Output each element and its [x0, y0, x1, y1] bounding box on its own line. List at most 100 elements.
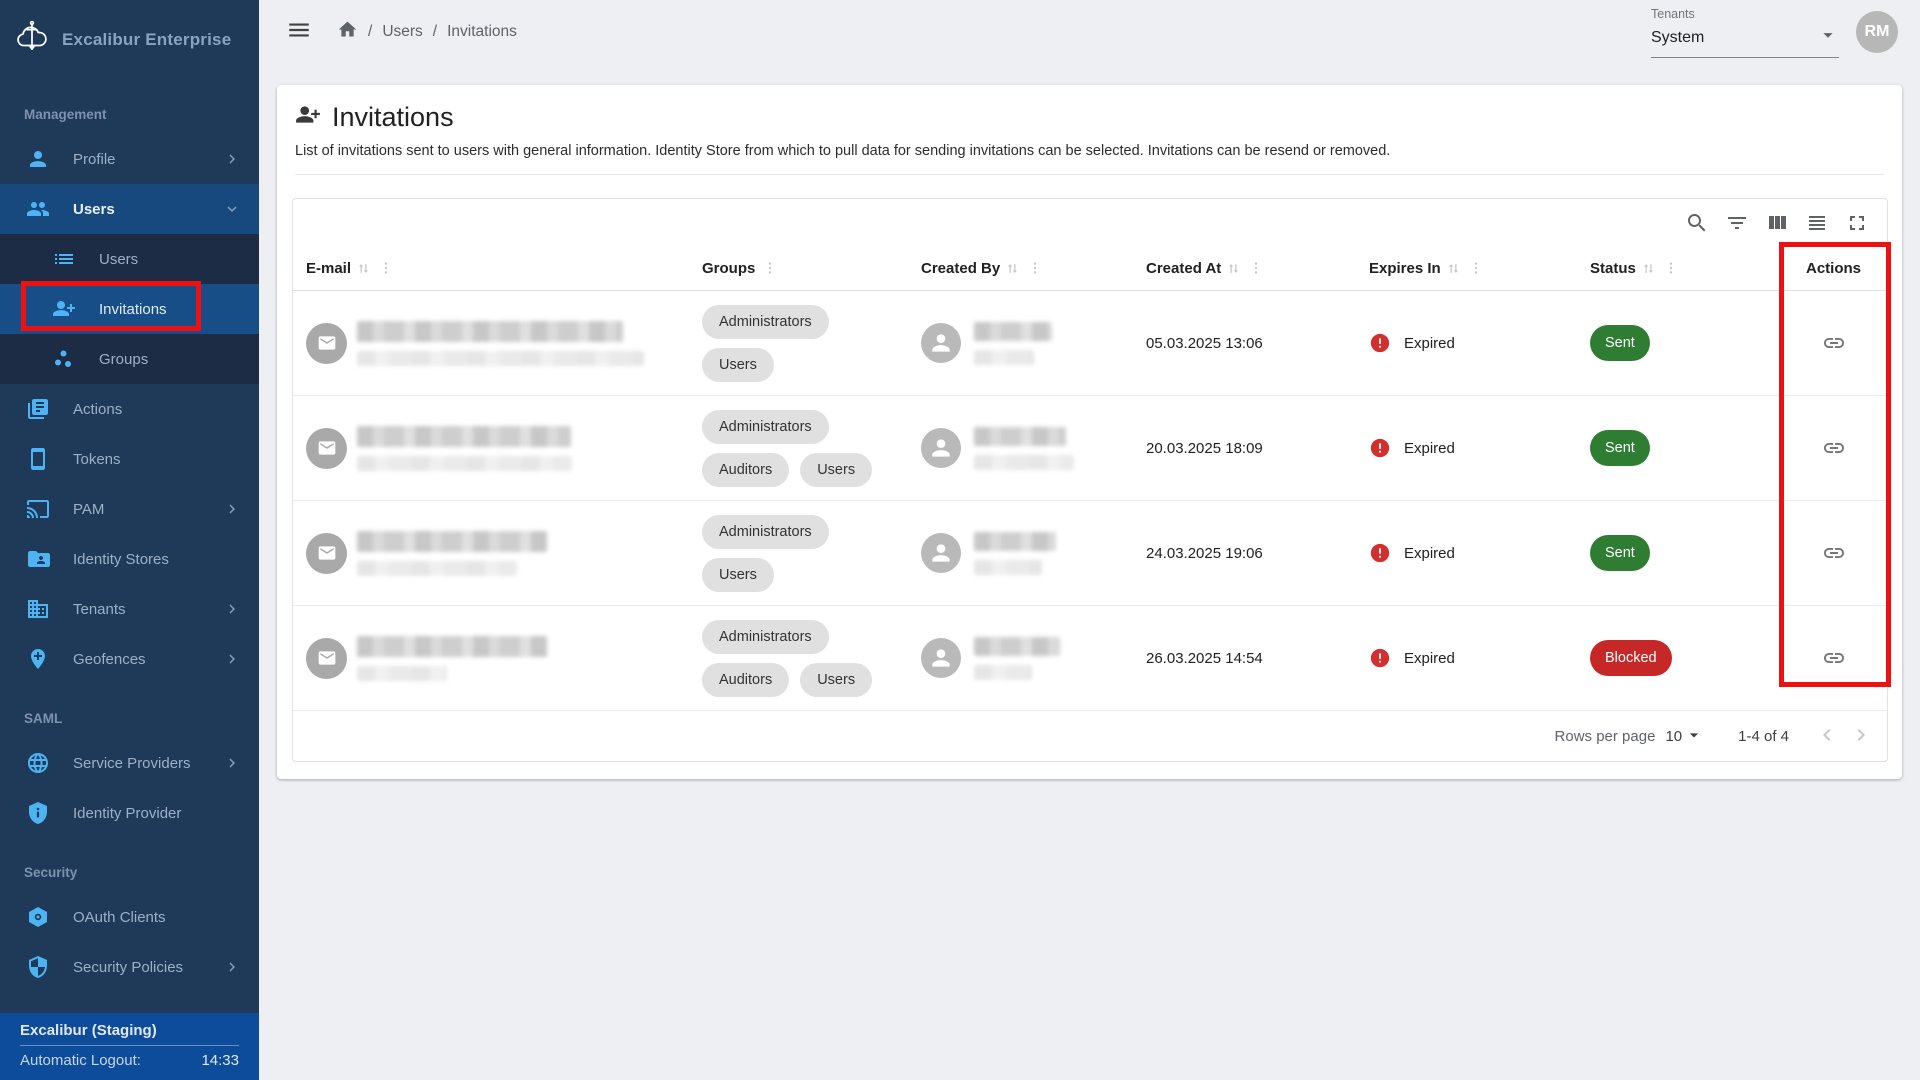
sidebar-item-label: OAuth Clients — [73, 909, 241, 926]
column-header-created-by[interactable]: Created By — [911, 260, 1131, 277]
column-menu-button[interactable] — [762, 260, 778, 276]
breadcrumb-invitations[interactable]: Invitations — [447, 23, 517, 41]
pagination-range: 1-4 of 4 — [1738, 728, 1789, 745]
error-icon — [1369, 542, 1391, 564]
invitation-link-button[interactable] — [1822, 541, 1846, 565]
sidebar-item-identity-stores[interactable]: Identity Stores — [0, 534, 259, 584]
invitation-link-button[interactable] — [1822, 331, 1846, 355]
created-by-avatar — [921, 638, 961, 678]
person-add-icon — [52, 297, 76, 321]
brand[interactable]: Excalibur Enterprise — [0, 0, 259, 80]
sidebar-item-users[interactable]: Users — [0, 234, 259, 284]
sidebar-item-users[interactable]: Users — [0, 184, 259, 234]
tenants-select-value: System — [1651, 29, 1704, 47]
sort-icon — [1005, 261, 1020, 276]
user-avatar[interactable]: RM — [1856, 11, 1898, 53]
sidebar-item-security-policies[interactable]: Security Policies — [0, 942, 259, 992]
sidebar-item-invitations[interactable]: Invitations — [0, 284, 259, 334]
view-headline-button[interactable] — [1805, 211, 1829, 235]
created-at-cell: 24.03.2025 19:06 — [1131, 545, 1351, 562]
tenants-select[interactable]: Tenants System — [1651, 7, 1839, 58]
cast-icon — [26, 497, 50, 521]
created-by-avatar — [921, 428, 961, 468]
sort-icon[interactable] — [1446, 261, 1461, 276]
sidebar-item-label: Tenants — [73, 601, 200, 618]
redacted-email — [357, 636, 547, 657]
sidebar: Excalibur Enterprise ManagementProfileUs… — [0, 0, 259, 1080]
rows-per-page-select[interactable]: 10 — [1665, 725, 1704, 749]
sidebar-item-actions[interactable]: Actions — [0, 384, 259, 434]
invitation-link-button[interactable] — [1822, 646, 1846, 670]
groups-cell: AdministratorsAuditorsUsers — [691, 410, 911, 487]
menu-toggle-button[interactable] — [286, 17, 312, 48]
smartphone-icon — [26, 447, 50, 471]
sidebar-item-pam[interactable]: PAM — [0, 484, 259, 534]
group-chip: Administrators — [702, 305, 829, 339]
sidebar-item-geofences[interactable]: Geofences — [0, 634, 259, 684]
security-shield-icon — [26, 955, 50, 979]
sidebar-item-profile[interactable]: Profile — [0, 134, 259, 184]
breadcrumb-users[interactable]: Users — [382, 23, 422, 41]
dropdown-arrow-icon — [1817, 24, 1839, 51]
home-icon — [337, 19, 358, 40]
sort-icon[interactable] — [1005, 261, 1020, 276]
fullscreen-button[interactable] — [1845, 211, 1869, 235]
redacted-email-line2 — [357, 351, 644, 366]
expired-error-icon — [1369, 437, 1391, 459]
expires-in-label: Expired — [1404, 650, 1455, 667]
sort-icon[interactable] — [1226, 261, 1241, 276]
add-location-icon — [26, 647, 50, 671]
list-icon — [52, 247, 76, 271]
column-header-expires-in[interactable]: Expires In — [1351, 260, 1566, 277]
sort-icon[interactable] — [1641, 261, 1656, 276]
sidebar-item-service-providers[interactable]: Service Providers — [0, 738, 259, 788]
actions-cell — [1780, 541, 1887, 565]
sidebar-item-tenants[interactable]: Tenants — [0, 584, 259, 634]
breadcrumb-home[interactable] — [337, 19, 358, 45]
person-add-icon — [295, 102, 321, 128]
column-header-status[interactable]: Status — [1566, 260, 1780, 277]
column-header-e-mail[interactable]: E-mail — [293, 260, 691, 277]
email-avatar — [306, 638, 347, 679]
status-cell: Sent — [1566, 430, 1780, 466]
column-header-created-at[interactable]: Created At — [1131, 260, 1351, 277]
breadcrumb-separator: / — [368, 23, 372, 41]
column-menu-button[interactable] — [1248, 260, 1264, 276]
column-menu-button[interactable] — [378, 260, 394, 276]
actions-cell — [1780, 646, 1887, 670]
sidebar-item-groups[interactable]: Groups — [0, 334, 259, 384]
sidebar-item-identity-provider[interactable]: Identity Provider — [0, 788, 259, 838]
envelope-icon — [317, 438, 337, 458]
redacted-email — [357, 426, 571, 447]
page-description: List of invitations sent to users with g… — [295, 143, 1884, 159]
chevron-right-icon — [223, 500, 241, 518]
table-pagination: Rows per page 10 1-4 of 4 — [293, 711, 1887, 762]
filter-button[interactable] — [1725, 211, 1749, 235]
column-menu-button[interactable] — [1663, 260, 1679, 276]
created-by-cell — [911, 637, 1131, 680]
search-button[interactable] — [1685, 211, 1709, 235]
created-by-cell — [911, 322, 1131, 365]
email-cell — [293, 531, 691, 576]
email-cell — [293, 636, 691, 681]
sidebar-item-label: Tokens — [73, 451, 241, 468]
auto-logout-timer: 14:33 — [201, 1052, 239, 1069]
group-chip: Administrators — [702, 515, 829, 549]
sort-icon — [1226, 261, 1241, 276]
arrow-dropdown-icon — [1684, 725, 1704, 745]
expires-in-cell: Expired — [1351, 542, 1566, 564]
column-menu-button[interactable] — [1468, 260, 1484, 276]
sidebar-item-tokens[interactable]: Tokens — [0, 434, 259, 484]
invitations-card: Invitations List of invitations sent to … — [277, 85, 1902, 779]
sidebar-item-oauth-clients[interactable]: OAuth Clients — [0, 892, 259, 942]
table-toolbar — [293, 199, 1887, 246]
sort-icon[interactable] — [356, 261, 371, 276]
previous-page-button[interactable] — [1815, 723, 1839, 751]
next-page-button[interactable] — [1849, 723, 1873, 751]
view-column-button[interactable] — [1765, 211, 1789, 235]
column-menu-button[interactable] — [1027, 260, 1043, 276]
status-cell: Sent — [1566, 325, 1780, 361]
dots-vertical-icon — [378, 260, 394, 276]
invitation-link-button[interactable] — [1822, 436, 1846, 460]
group-chip: Auditors — [702, 663, 789, 697]
